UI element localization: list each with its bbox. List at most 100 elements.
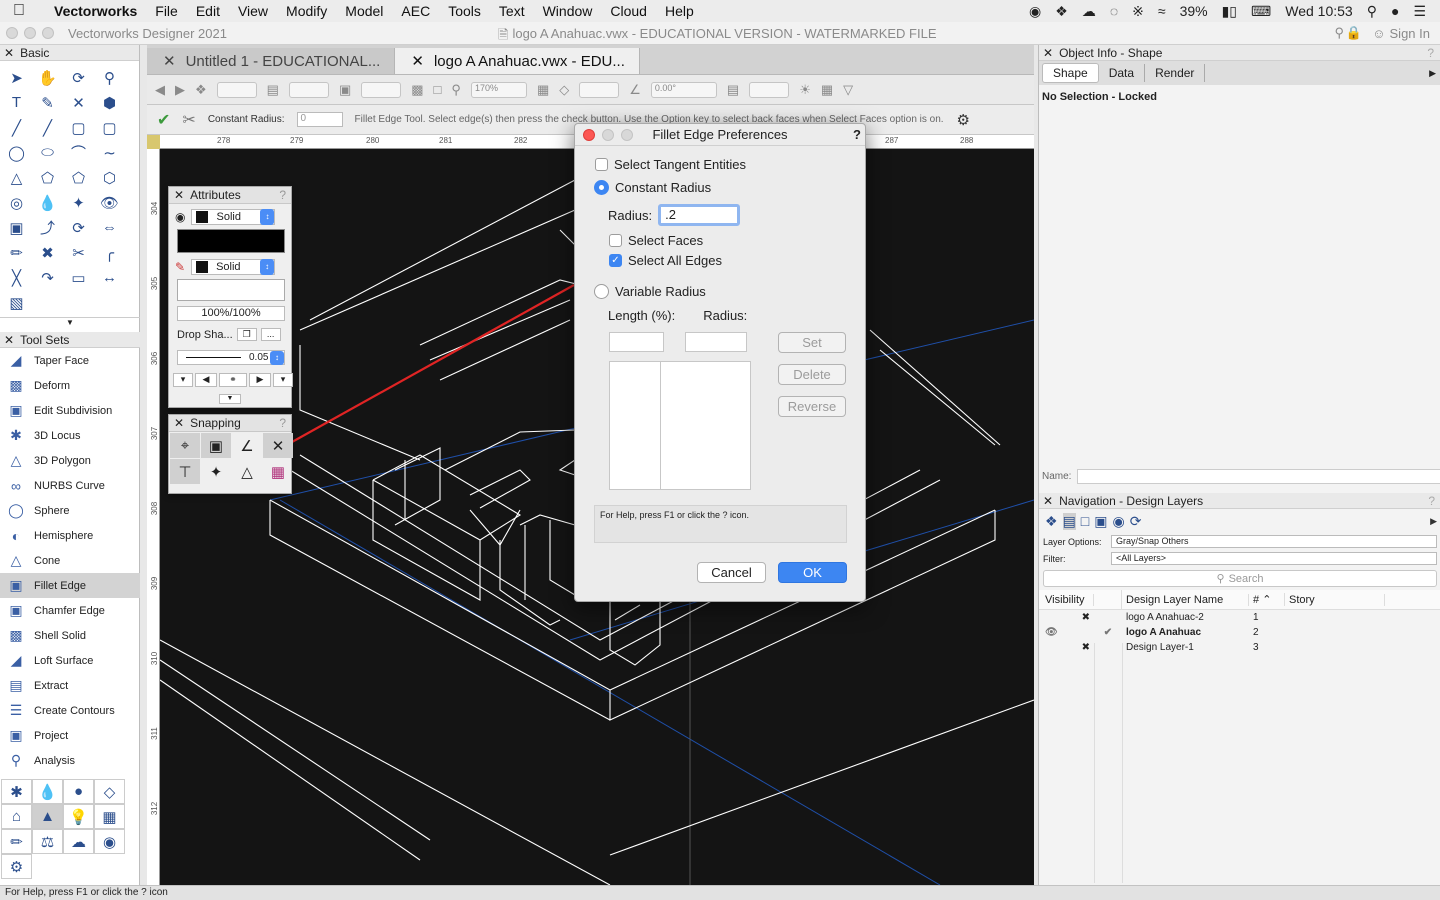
menu-aec[interactable]: AEC [392, 3, 439, 19]
angle-icon[interactable]: ∠ [629, 82, 641, 98]
split-tool-icon[interactable]: ✖ [32, 240, 63, 265]
tab-shape[interactable]: Shape [1042, 63, 1099, 83]
layers-icon[interactable]: ▤ [267, 82, 279, 98]
text-tool-icon[interactable]: T [1, 90, 32, 115]
zoom-window-button[interactable] [42, 27, 54, 39]
tool-shell-solid[interactable]: ▩ Shell Solid [0, 623, 140, 648]
close-tab-icon[interactable]: ✕ [163, 52, 176, 70]
spotlight-icon[interactable]: ⚲ [1367, 3, 1377, 20]
hidden-icon[interactable]: ✖ [1039, 642, 1094, 653]
sign-in-button[interactable]: ☺ Sign In [1372, 26, 1430, 41]
close-attributes-icon[interactable]: ✕ [174, 188, 184, 202]
battery-icon[interactable]: ▮▯ [1222, 3, 1237, 20]
dimension-tool-icon[interactable]: ↔ [94, 265, 125, 290]
menu-modify[interactable]: Modify [277, 3, 336, 19]
gear-icon[interactable]: ⚙ [1, 854, 32, 879]
chamfer-tool-icon[interactable]: ╳ [1, 265, 32, 290]
layer-search[interactable]: ⚲ Search [1043, 570, 1437, 587]
visible-eye-icon[interactable]: 👁 [1039, 627, 1094, 638]
zoom-icon[interactable]: ⚲ [451, 82, 461, 98]
fillet-tool-icon[interactable]: ╭ [94, 240, 125, 265]
variable-radius-row[interactable]: Variable Radius [594, 284, 706, 299]
attribute-mapping-icon[interactable]: ▧ [1, 290, 32, 315]
cc-icon[interactable]: ◉ [1029, 3, 1041, 20]
menu-help[interactable]: Help [656, 3, 703, 19]
apple-icon[interactable]:  [0, 2, 38, 20]
close-navigation-icon[interactable]: ✕ [1043, 494, 1053, 508]
smart-edge-icon[interactable]: △ [232, 459, 262, 484]
eraser-tool-icon[interactable]: ▭ [63, 265, 94, 290]
fabrication-icon[interactable]: ⚖ [32, 829, 63, 854]
freehand-tool-icon[interactable]: ∼ [94, 140, 125, 165]
visualization-icon[interactable]: ● [63, 779, 94, 804]
select-faces-checkbox[interactable] [609, 234, 622, 247]
col-edit[interactable] [1094, 590, 1122, 609]
line-weight-select[interactable]: 0.05 ↕ [177, 350, 285, 365]
snap-to-object-icon[interactable]: ▣ [201, 433, 231, 458]
tab-render[interactable]: Render [1145, 64, 1206, 82]
rounded-rectangle-tool-icon[interactable]: ▢ [94, 115, 125, 140]
classes-icon[interactable]: ❖ [195, 82, 207, 98]
select-all-edges-row[interactable]: ✓ Select All Edges [609, 253, 722, 268]
back-icon[interactable]: ◀ [155, 82, 165, 98]
tool-project[interactable]: ▣ Project [0, 723, 140, 748]
set-button[interactable]: Set [778, 332, 846, 353]
view-dropdown[interactable] [361, 81, 402, 98]
tool-extract[interactable]: ▤ Extract [0, 673, 140, 698]
tool-fillet-edge[interactable]: ▣ Fillet Edge [0, 573, 140, 598]
forward-icon[interactable]: ▶ [175, 82, 185, 98]
close-window-button[interactable] [6, 27, 18, 39]
tab-logo-a-anahuac[interactable]: ✕ logo A Anahuac.vwx - EDU... [395, 48, 640, 74]
light-icon[interactable]: ☀ [799, 82, 811, 98]
machine-design-icon[interactable]: ☁ [63, 829, 94, 854]
col-visibility[interactable]: Visibility [1039, 593, 1094, 606]
tool-nurbs-curve[interactable]: ∞ NURBS Curve [0, 473, 140, 498]
layer-row[interactable]: ✖ logo A Anahuac-2 1 [1039, 610, 1440, 625]
close-tool-sets-icon[interactable]: ✕ [4, 333, 14, 347]
help-icon[interactable]: ? [1428, 494, 1440, 508]
snap-to-grid-icon[interactable]: ⌖ [170, 433, 200, 458]
col-layer-name[interactable]: Design Layer Name [1122, 593, 1249, 606]
plane-dropdown[interactable] [579, 81, 620, 98]
tool-create-contours[interactable]: ☰ Create Contours [0, 698, 140, 723]
fill-style-select[interactable]: Solid ↕ [191, 209, 276, 225]
var-radius-input[interactable] [685, 332, 747, 352]
class-dropdown[interactable] [216, 81, 257, 98]
minimize-window-button[interactable] [24, 27, 36, 39]
rectangle-tool-icon[interactable]: ▢ [63, 115, 94, 140]
tool-3d-polygon[interactable]: △ 3D Polygon [0, 448, 140, 473]
scissors-tool-icon[interactable]: ✂ [63, 240, 94, 265]
regular-polygon-tool-icon[interactable]: ⬡ [94, 165, 125, 190]
viewports-icon[interactable]: ▣ [1094, 513, 1107, 530]
select-tangent-row[interactable]: Select Tangent Entities [595, 157, 746, 172]
snap-to-surface-icon[interactable]: ▦ [263, 459, 293, 484]
bluetooth-icon[interactable]: ※ [1132, 3, 1144, 20]
building-shell-icon[interactable]: ⌂ [1, 804, 32, 829]
menu-model[interactable]: Model [336, 3, 392, 19]
menu-text[interactable]: Text [490, 3, 534, 19]
constant-radius-row[interactable]: Constant Radius [594, 180, 711, 195]
move-tool-icon[interactable]: ⤴ [32, 215, 63, 240]
angle-field[interactable]: 0.00° [650, 81, 717, 98]
cloud-icon[interactable]: ☁ [1082, 3, 1096, 20]
snap-to-distance-icon[interactable]: ⊤ [170, 459, 200, 484]
smart-points-icon[interactable]: ✦ [201, 459, 231, 484]
layer-options-select[interactable]: Gray/Snap Others [1111, 535, 1437, 548]
cancel-button[interactable]: Cancel [697, 562, 766, 583]
constant-radius-radio[interactable] [594, 180, 609, 195]
tool-hemisphere[interactable]: ◐ Hemisphere [0, 523, 140, 548]
snap-to-angle-icon[interactable]: ∠ [232, 433, 262, 458]
offset-tool-icon[interactable]: ↷ [32, 265, 63, 290]
snap-to-intersection-icon[interactable]: ✕ [263, 433, 293, 458]
layer-row-active[interactable]: 👁 ✔ logo A Anahuac 2 [1039, 625, 1440, 640]
tool-loft-surface[interactable]: ◢ Loft Surface [0, 648, 140, 673]
drop-shadow-more[interactable]: ... [260, 328, 281, 341]
tool-3d-locus[interactable]: ✱ 3D Locus [0, 423, 140, 448]
3d-modeling-icon[interactable]: ▲ [32, 804, 63, 829]
sync-icon[interactable]: ◌ [1110, 3, 1118, 19]
menu-view[interactable]: View [229, 3, 277, 19]
clock[interactable]: Wed 10:53 [1285, 3, 1352, 19]
select-faces-row[interactable]: Select Faces [609, 233, 703, 248]
zoom-tool-icon[interactable]: ⚲ [94, 65, 125, 90]
tool-edit-subdivision[interactable]: ▣ Edit Subdivision [0, 398, 140, 423]
